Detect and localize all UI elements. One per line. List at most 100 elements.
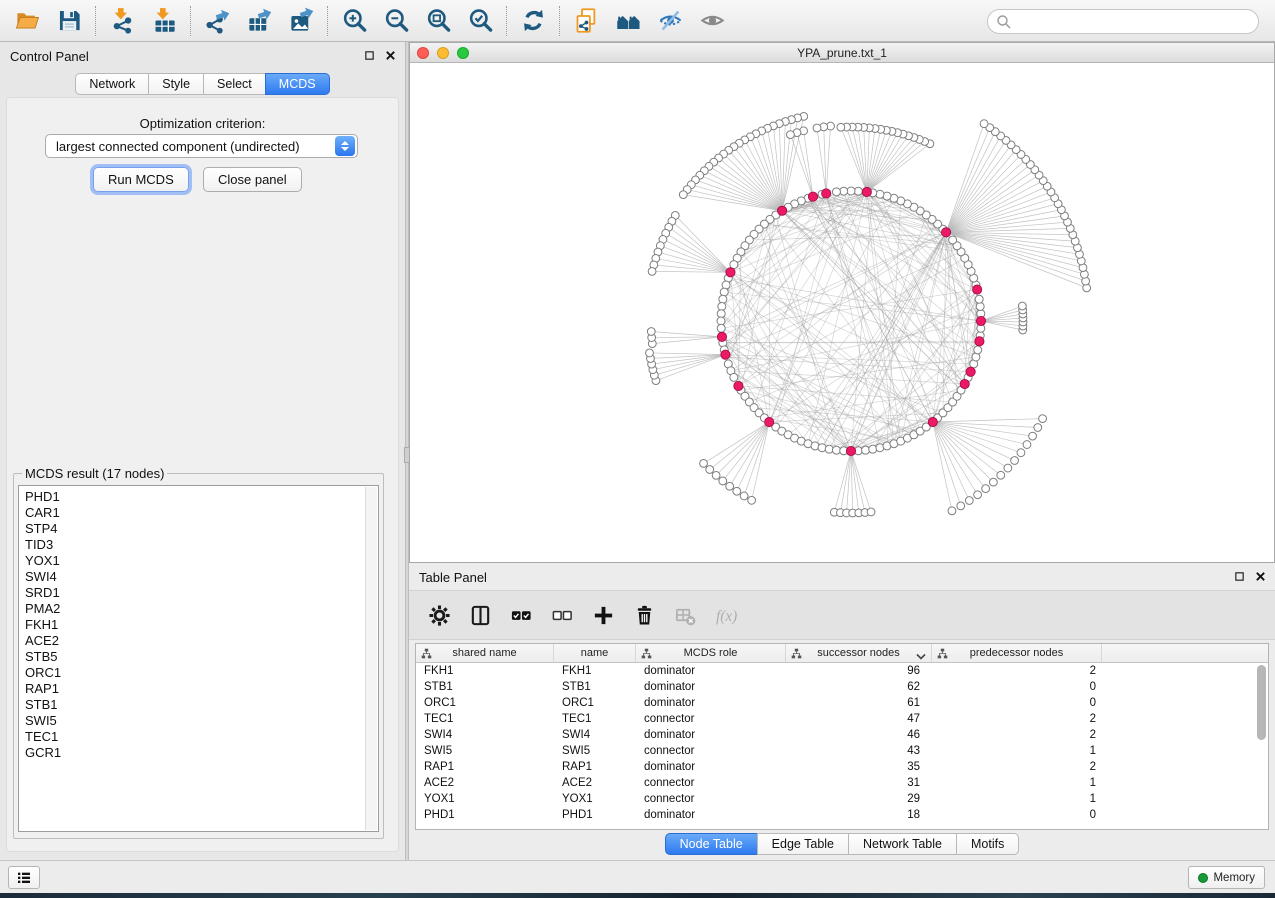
mcds-result-item[interactable]: SRD1 (25, 585, 378, 601)
network-node[interactable] (719, 477, 727, 485)
tab-network-table[interactable]: Network Table (848, 833, 957, 855)
mcds-result-item[interactable]: GCR1 (25, 745, 378, 761)
save-button[interactable] (48, 3, 90, 39)
network-node[interactable] (1018, 302, 1026, 310)
network-node[interactable] (825, 445, 833, 453)
network-node[interactable] (840, 187, 848, 195)
show-all-button[interactable] (691, 3, 733, 39)
mcds-result-item[interactable]: SWI5 (25, 713, 378, 729)
mcds-result-item[interactable]: ORC1 (25, 665, 378, 681)
zoom-out-button[interactable] (375, 3, 417, 39)
table-row[interactable]: ORC1ORC1dominator610 (416, 695, 1268, 711)
tab-edge-table[interactable]: Edge Table (757, 833, 849, 855)
table-row[interactable]: ACE2ACE2connector311 (416, 775, 1268, 791)
network-dominator-node[interactable] (976, 316, 985, 325)
mcds-result-item[interactable]: CAR1 (25, 505, 378, 521)
columns-button[interactable] (464, 599, 496, 631)
network-dominator-node[interactable] (822, 189, 831, 198)
mcds-result-item[interactable]: TID3 (25, 537, 378, 553)
table-row[interactable]: YOX1YOX1connector291 (416, 791, 1268, 807)
table-scrollbar-thumb[interactable] (1257, 665, 1266, 740)
network-window-titlebar[interactable]: YPA_prune.txt_1 (410, 43, 1274, 63)
network-node[interactable] (1034, 424, 1042, 432)
network-node[interactable] (718, 302, 726, 310)
window-close-button[interactable] (417, 47, 429, 59)
export-image-button[interactable] (280, 3, 322, 39)
network-node[interactable] (1039, 415, 1047, 423)
mcds-result-item[interactable]: YOX1 (25, 553, 378, 569)
network-node[interactable] (869, 445, 877, 453)
delete-column-button[interactable] (628, 599, 660, 631)
mcds-result-list[interactable]: PHD1CAR1STP4TID3YOX1SWI4SRD1PMA2FKH1ACE2… (18, 485, 379, 832)
zoom-in-button[interactable] (333, 3, 375, 39)
mcds-result-item[interactable]: STP4 (25, 521, 378, 537)
table-row[interactable]: PHD1PHD1dominator180 (416, 807, 1268, 823)
network-node[interactable] (837, 123, 845, 131)
network-node[interactable] (720, 288, 728, 296)
network-node[interactable] (813, 124, 821, 132)
table-row[interactable]: RAP1RAP1dominator352 (416, 759, 1268, 775)
mcds-result-item[interactable]: TEC1 (25, 729, 378, 745)
network-node[interactable] (730, 373, 738, 381)
float-panel-icon[interactable] (363, 49, 376, 62)
window-zoom-button[interactable] (457, 47, 469, 59)
table-row[interactable]: FKH1FKH1dominator962 (416, 663, 1268, 679)
network-node[interactable] (787, 131, 795, 139)
network-dominator-node[interactable] (765, 417, 774, 426)
network-node[interactable] (948, 507, 956, 515)
close-panel-icon[interactable] (384, 49, 397, 62)
tab-style[interactable]: Style (148, 73, 204, 95)
close-panel-button[interactable]: Close panel (203, 167, 302, 192)
network-dominator-node[interactable] (717, 332, 726, 341)
network-dominator-node[interactable] (721, 350, 730, 359)
mcds-result-item[interactable]: SWI4 (25, 569, 378, 585)
table-row[interactable]: TEC1TEC1connector472 (416, 711, 1268, 727)
network-node[interactable] (818, 444, 826, 452)
network-node[interactable] (957, 502, 965, 510)
network-node[interactable] (1023, 441, 1031, 449)
export-table-button[interactable] (238, 3, 280, 39)
network-dominator-node[interactable] (975, 337, 984, 346)
network-dominator-node[interactable] (941, 228, 950, 237)
run-mcds-button[interactable]: Run MCDS (93, 167, 189, 192)
network-dominator-node[interactable] (928, 417, 937, 426)
network-dominator-node[interactable] (808, 192, 817, 201)
network-node[interactable] (700, 460, 708, 468)
network-dominator-node[interactable] (846, 446, 855, 455)
mcds-result-item[interactable]: PHD1 (25, 489, 378, 505)
open-button[interactable] (6, 3, 48, 39)
network-node[interactable] (712, 471, 720, 479)
network-node[interactable] (706, 466, 714, 474)
tab-motifs[interactable]: Motifs (956, 833, 1019, 855)
network-node[interactable] (717, 324, 725, 332)
network-node[interactable] (1017, 449, 1025, 457)
search-input[interactable] (1017, 12, 1250, 32)
column-header-shared-name[interactable]: shared name (416, 644, 554, 662)
network-node[interactable] (740, 492, 748, 500)
zoom-selected-button[interactable] (459, 3, 501, 39)
network-node[interactable] (989, 478, 997, 486)
import-table-button[interactable] (143, 3, 185, 39)
network-node[interactable] (648, 268, 656, 276)
add-column-button[interactable] (587, 599, 619, 631)
network-node[interactable] (832, 188, 840, 196)
memory-button[interactable]: Memory (1188, 866, 1265, 889)
column-header-MCDS-role[interactable]: MCDS role (636, 644, 786, 662)
network-dominator-node[interactable] (778, 206, 787, 215)
network-node[interactable] (748, 496, 756, 504)
network-dominator-node[interactable] (734, 381, 743, 390)
network-node[interactable] (867, 508, 875, 516)
network-dominator-node[interactable] (966, 367, 975, 376)
network-node[interactable] (862, 446, 870, 454)
mcds-result-item[interactable]: ACE2 (25, 633, 378, 649)
zoom-fit-button[interactable] (417, 3, 459, 39)
network-node[interactable] (1011, 457, 1019, 465)
tab-node-table[interactable]: Node Table (665, 833, 758, 855)
duplicate-network-button[interactable] (565, 3, 607, 39)
network-node[interactable] (974, 491, 982, 499)
window-minimize-button[interactable] (437, 47, 449, 59)
hide-selected-button[interactable] (649, 3, 691, 39)
network-node[interactable] (976, 302, 984, 310)
export-network-button[interactable] (196, 3, 238, 39)
network-node[interactable] (832, 446, 840, 454)
